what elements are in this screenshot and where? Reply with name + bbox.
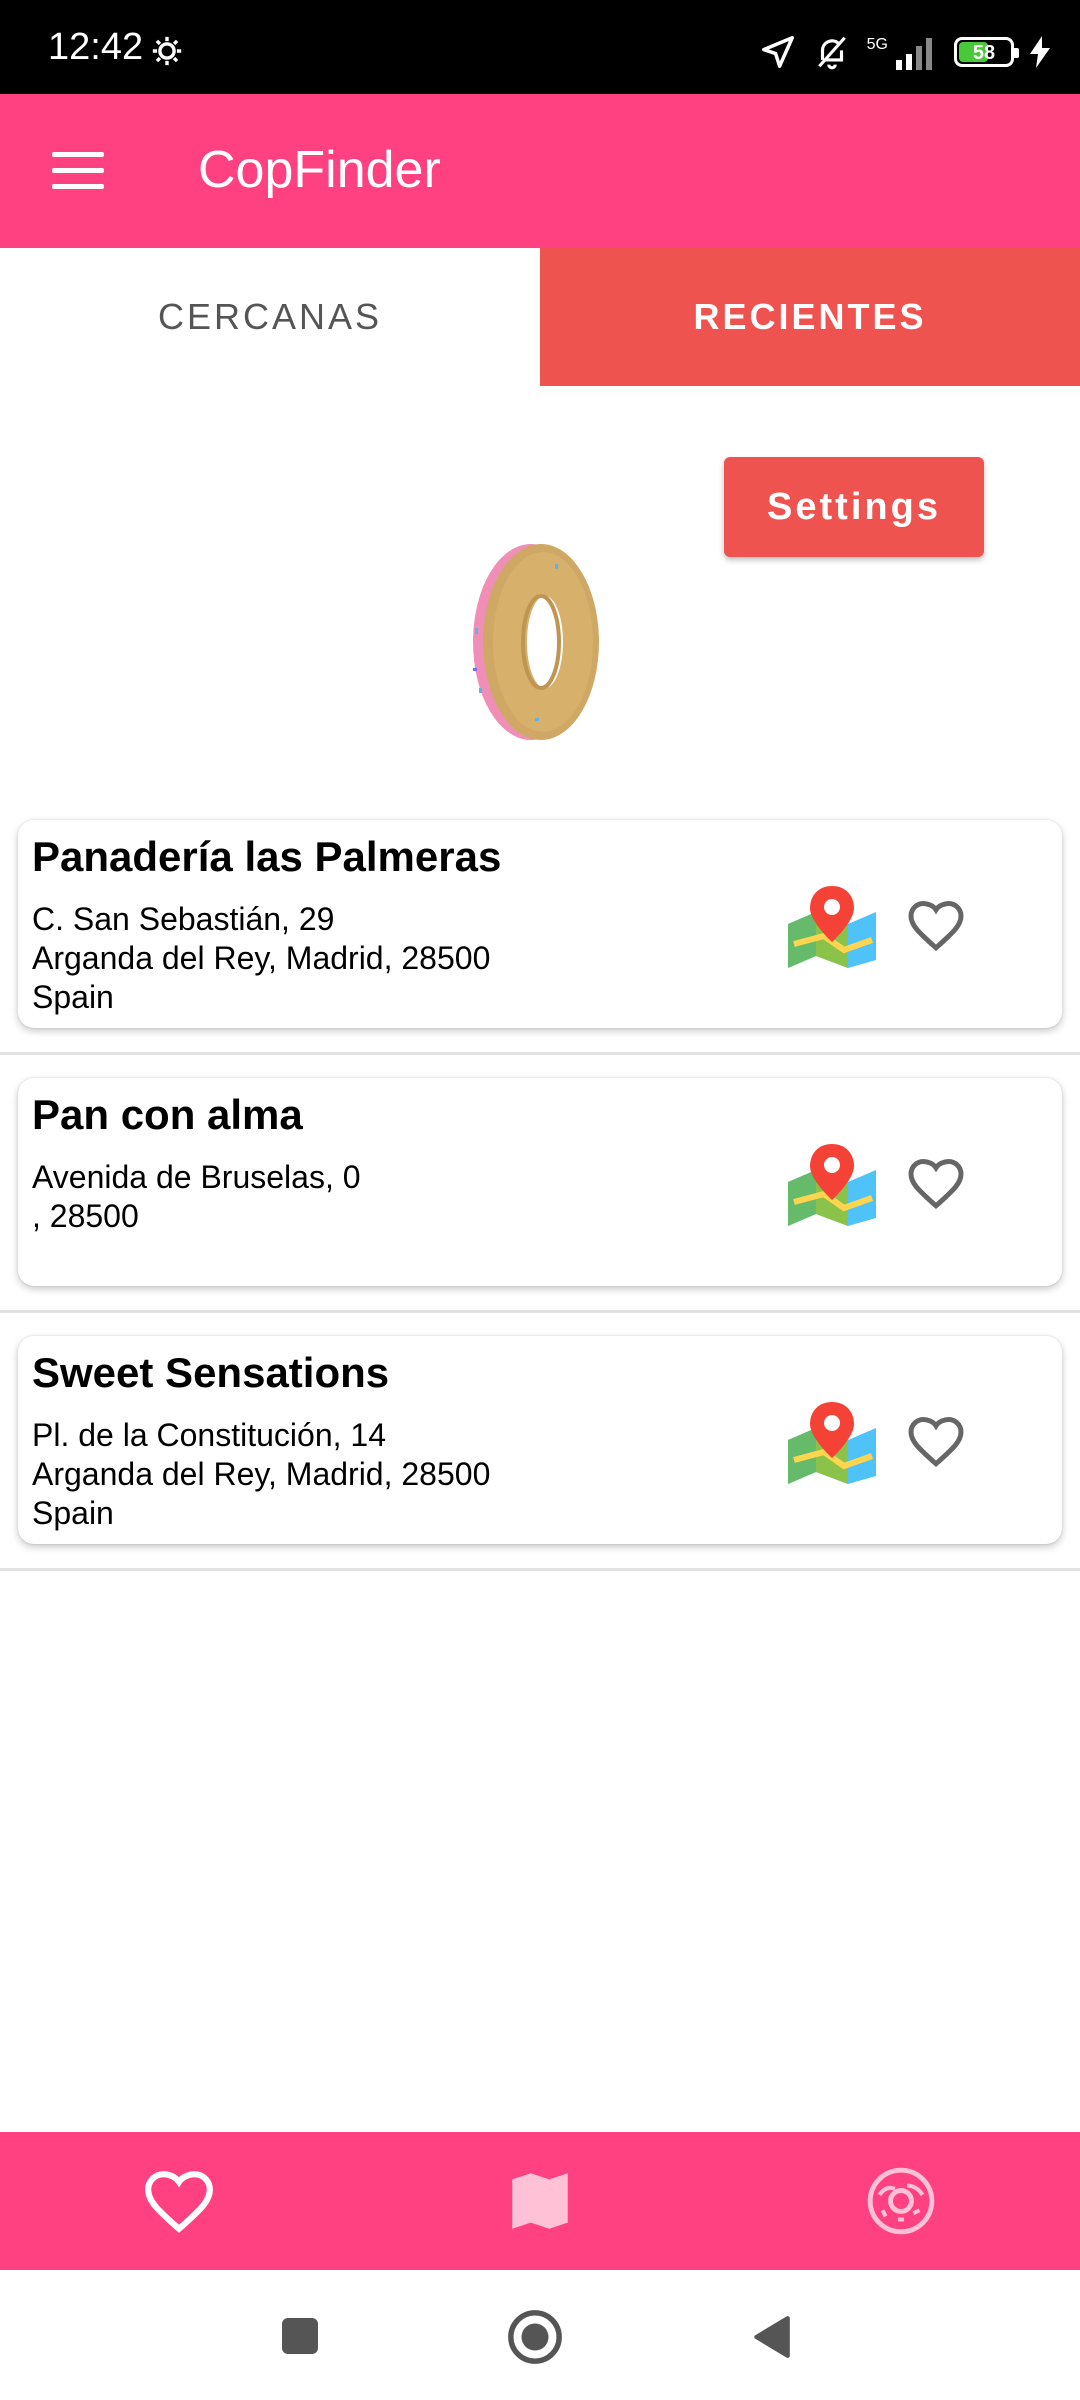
network-type-label: 5G xyxy=(866,36,888,53)
status-bar: 12:42 5G 58 xyxy=(0,0,1080,94)
place-address: C. San Sebastián, 29 Arganda del Rey, Ma… xyxy=(32,900,490,1017)
map-pin-icon[interactable] xyxy=(784,1142,880,1226)
address-line: Avenida de Bruselas, 0 xyxy=(32,1159,361,1195)
address-line: Arganda del Rey, Madrid, 28500 xyxy=(32,1456,491,1492)
place-card[interactable]: Sweet Sensations Pl. de la Constitución,… xyxy=(18,1336,1062,1544)
favorites-heart-icon[interactable] xyxy=(142,2164,216,2238)
divider xyxy=(0,1310,1080,1313)
address-line: , 28500 xyxy=(32,1198,139,1234)
donut-image xyxy=(473,544,599,740)
tab-bar: CERCANAS RECIENTES xyxy=(0,248,1080,386)
place-card[interactable]: Panadería las Palmeras C. San Sebastián,… xyxy=(18,820,1062,1028)
tab-cercanas[interactable]: CERCANAS xyxy=(0,248,540,386)
recent-apps-square-icon[interactable] xyxy=(280,2316,320,2356)
place-card[interactable]: Pan con alma Avenida de Bruselas, 0 , 28… xyxy=(18,1078,1062,1286)
tab-recientes[interactable]: RECIENTES xyxy=(540,248,1080,386)
hamburger-menu-icon[interactable] xyxy=(52,152,104,190)
settings-button[interactable]: Settings xyxy=(724,457,984,557)
bell-muted-icon xyxy=(817,36,846,70)
bottom-navigation xyxy=(0,2132,1080,2270)
favorite-heart-icon[interactable] xyxy=(906,1154,966,1210)
divider xyxy=(0,1052,1080,1055)
location-arrow-icon xyxy=(761,36,794,68)
status-time: 12:42 xyxy=(48,26,144,68)
charging-bolt-icon xyxy=(1030,36,1050,68)
place-name: Pan con alma xyxy=(32,1091,303,1138)
battery-level: 58 xyxy=(972,42,996,64)
favorite-heart-icon[interactable] xyxy=(906,1412,966,1468)
divider xyxy=(0,1568,1080,1571)
place-address: Pl. de la Constitución, 14 Arganda del R… xyxy=(32,1416,490,1533)
place-name: Panadería las Palmeras xyxy=(32,833,502,880)
system-navigation-bar xyxy=(0,2270,1080,2400)
address-line: Spain xyxy=(32,1495,114,1531)
address-line: Spain xyxy=(32,979,114,1015)
map-pin-icon[interactable] xyxy=(784,1400,880,1484)
status-icons: 5G 58 xyxy=(759,32,1050,72)
back-triangle-icon[interactable] xyxy=(750,2314,792,2360)
app-bar: CopFinder xyxy=(0,94,1080,248)
signal-strength-icon xyxy=(896,38,932,70)
battery-icon: 58 xyxy=(954,37,1019,67)
map-pin-icon[interactable] xyxy=(784,884,880,968)
donut-icon[interactable] xyxy=(864,2164,938,2238)
address-line: C. San Sebastián, 29 xyxy=(32,901,335,937)
app-title: CopFinder xyxy=(198,141,441,199)
address-line: Arganda del Rey, Madrid, 28500 xyxy=(32,940,491,976)
place-name: Sweet Sensations xyxy=(32,1349,390,1396)
address-line: Pl. de la Constitución, 14 xyxy=(32,1417,386,1453)
place-address: Avenida de Bruselas, 0 , 28500 xyxy=(32,1158,361,1236)
home-circle-icon[interactable] xyxy=(506,2308,564,2366)
map-icon[interactable] xyxy=(503,2164,577,2238)
favorite-heart-icon[interactable] xyxy=(906,896,966,952)
settings-gear-icon xyxy=(152,36,182,66)
